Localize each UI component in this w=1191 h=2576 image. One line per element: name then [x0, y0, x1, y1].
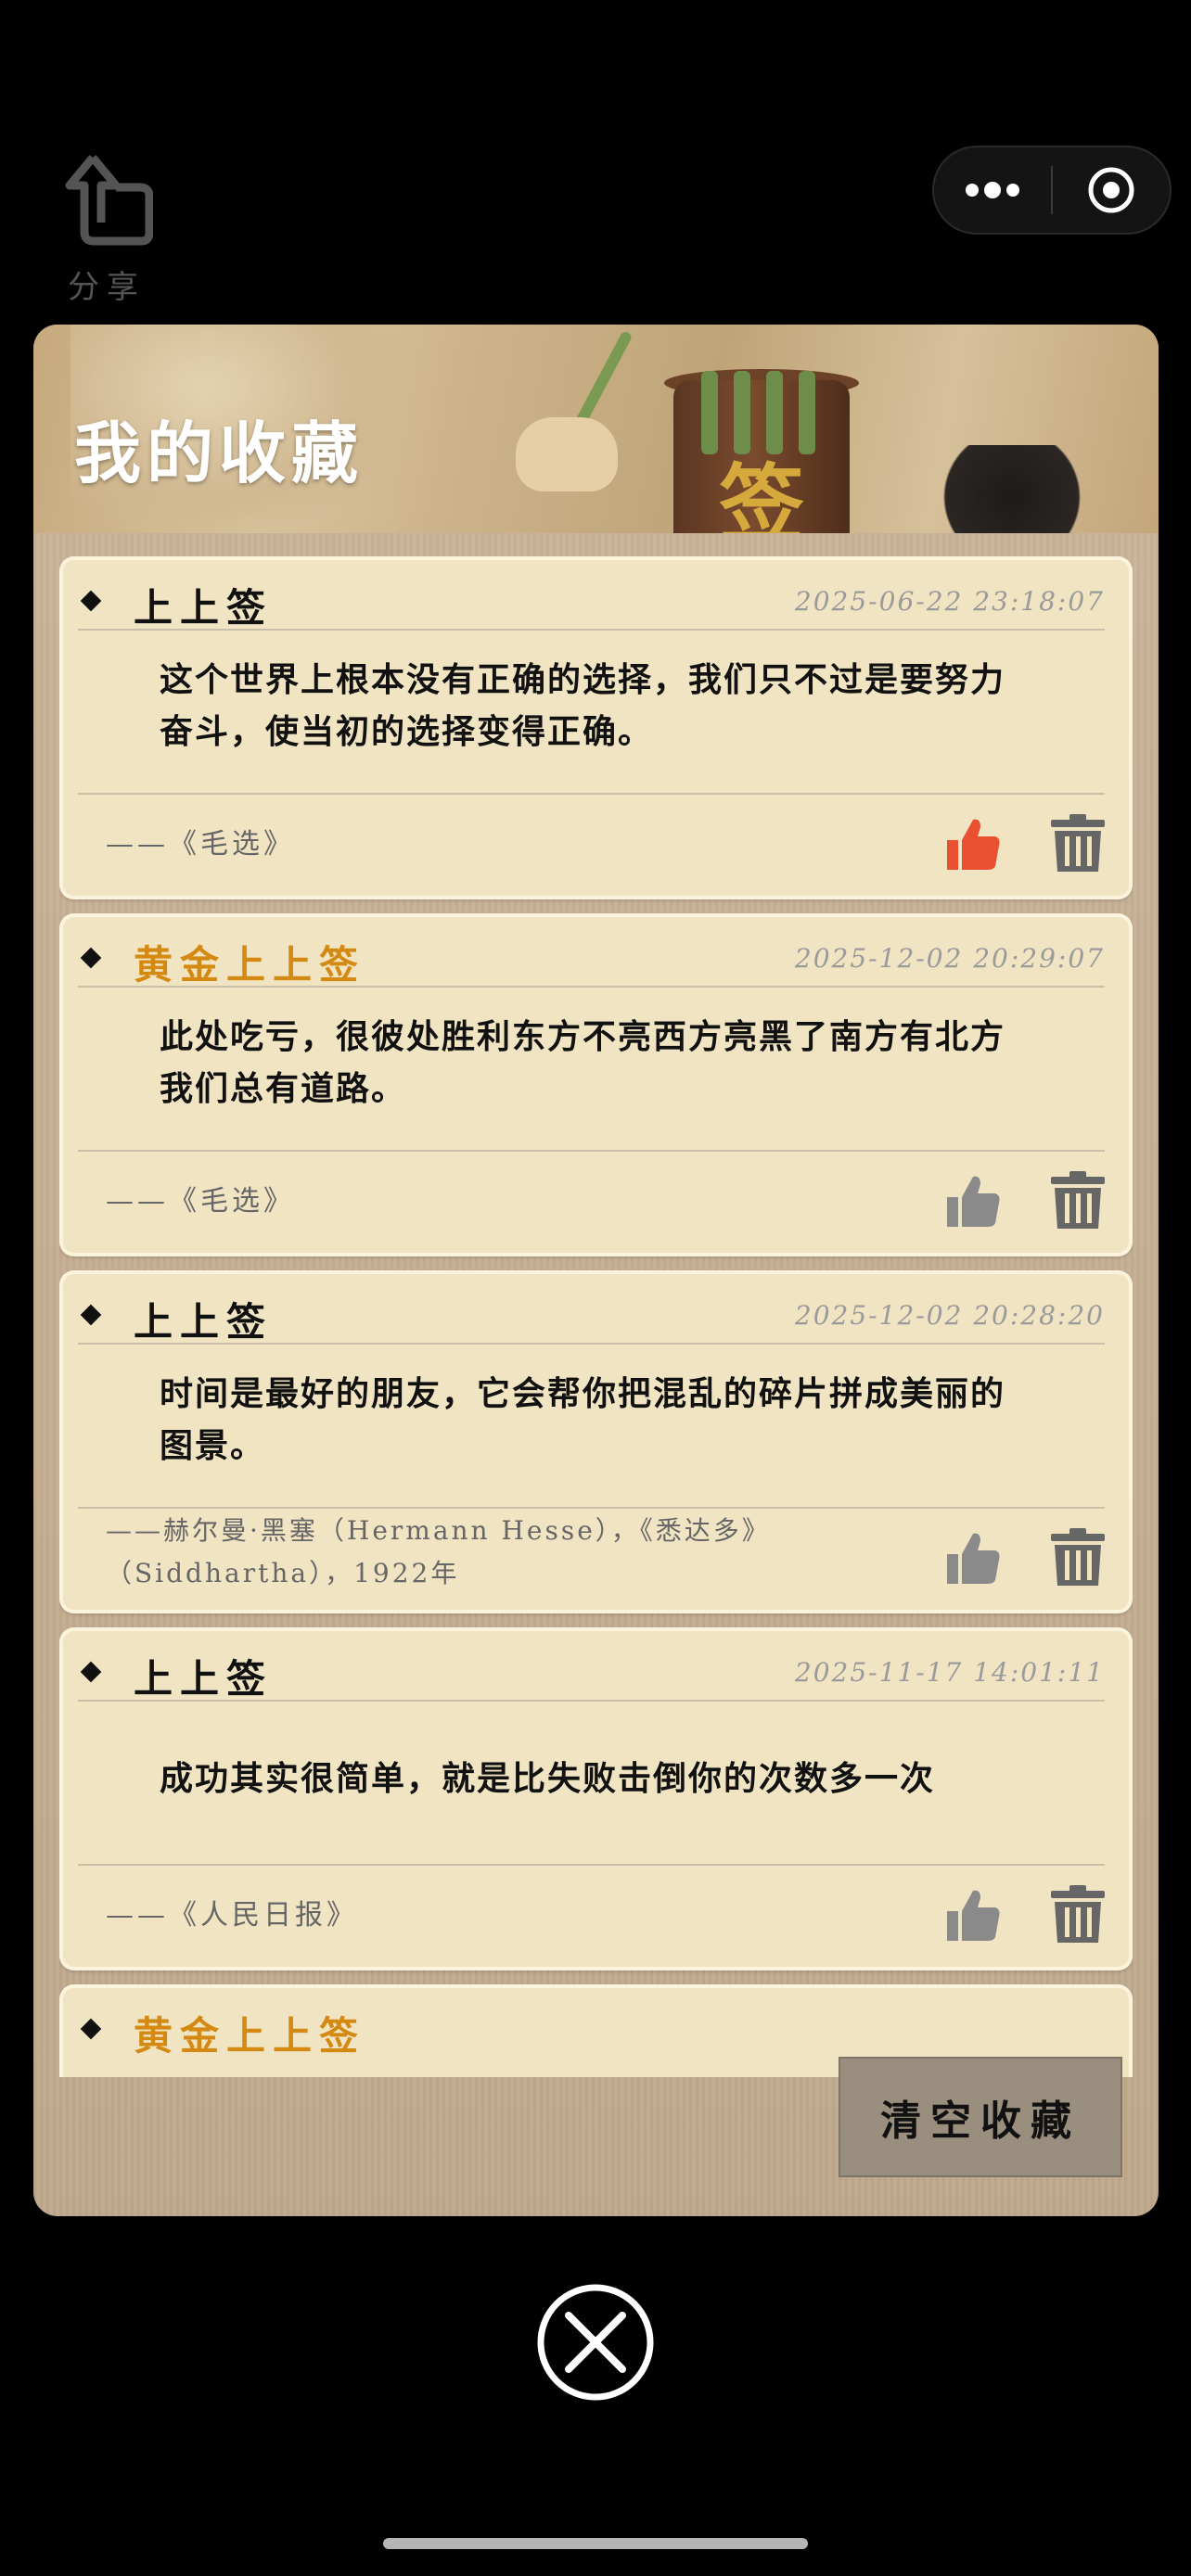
target-icon	[1088, 167, 1134, 213]
favorites-list[interactable]: 上上签 2025-06-22 23:18:07 这个世界上根本没有正确的选择，我…	[59, 556, 1133, 2077]
jar-character: 签	[718, 454, 804, 533]
divider	[78, 1150, 1105, 1152]
thumbs-up-icon[interactable]	[943, 1528, 1003, 1588]
favorites-modal: 签 我的收藏 上上签 2025-06-22 23:18:07 这个世界上根本没有…	[33, 325, 1159, 2216]
fortune-level: 上上签	[134, 1299, 274, 1345]
trash-icon[interactable]	[1049, 1885, 1107, 1945]
thumbs-up-icon[interactable]	[943, 814, 1003, 874]
more-button[interactable]	[934, 147, 1051, 233]
share-icon	[65, 155, 153, 246]
favorite-card: 上上签 2025-11-17 14:01:11 成功其实很简单，就是比失败击倒你…	[59, 1627, 1133, 1970]
miniprogram-capsule	[932, 146, 1172, 235]
fortune-quote: 此处吃亏，很彼处胜利东方不亮西方亮黑了南方有北方我们总有道路。	[160, 1017, 1006, 1108]
more-dots-icon	[966, 182, 1019, 198]
quote-source: ——《人民日报》	[106, 1899, 358, 1932]
divider	[78, 793, 1105, 795]
divider	[78, 986, 1105, 988]
trash-icon[interactable]	[1049, 1528, 1107, 1588]
clear-favorites-button[interactable]: 清空收藏	[839, 2057, 1122, 2177]
saved-date: 2025-12-02 20:28:20	[794, 1300, 1105, 1331]
card-header: 上上签 2025-12-02 20:28:20	[78, 1291, 1105, 1345]
diamond-bullet	[80, 590, 102, 612]
fortune-quote: 这个世界上根本没有正确的选择，我们只不过是要努力奋斗，使当初的选择变得正确。	[160, 660, 1006, 751]
exit-button[interactable]	[1053, 147, 1170, 233]
favorite-card: 上上签 2025-06-22 23:18:07 这个世界上根本没有正确的选择，我…	[59, 556, 1133, 899]
share-button: 分享	[56, 148, 158, 315]
close-circle-icon[interactable]	[535, 2282, 656, 2403]
fortune-quote: 成功其实很简单，就是比失败击倒你的次数多一次	[160, 1759, 936, 1798]
quote-source: ——《毛选》	[106, 1185, 295, 1218]
header-banner: 签 我的收藏	[33, 325, 1159, 533]
thumbs-up-icon[interactable]	[943, 1885, 1003, 1945]
divider	[78, 1343, 1105, 1345]
banner-child-head	[933, 445, 1091, 533]
divider	[78, 1864, 1105, 1866]
fortune-level: 黄金上上签	[134, 2013, 366, 2059]
saved-date: 2025-11-17 14:01:11	[794, 1657, 1105, 1688]
card-header: 黄金上上签 2025-12-02 20:29:07	[78, 934, 1105, 988]
saved-date: 2025-12-02 20:29:07	[794, 943, 1105, 974]
divider	[78, 1700, 1105, 1702]
card-header: 上上签 2025-11-17 14:01:11	[78, 1648, 1105, 1702]
fortune-level: 黄金上上签	[134, 942, 366, 988]
diamond-bullet	[80, 947, 102, 969]
fortune-quote: 时间是最好的朋友，它会帮你把混乱的碎片拼成美丽的图景。	[160, 1374, 1006, 1465]
card-header: 上上签 2025-06-22 23:18:07	[78, 577, 1105, 631]
trash-icon[interactable]	[1049, 814, 1107, 874]
trash-icon[interactable]	[1049, 1171, 1107, 1231]
diamond-bullet	[80, 2018, 102, 2040]
quote-source: ——赫尔曼·黑塞（Hermann Hesse），《悉达多》（Siddhartha…	[106, 1515, 771, 1588]
quote-source: ——《毛选》	[106, 828, 295, 861]
share-label: 分享	[68, 269, 146, 306]
divider	[78, 1507, 1105, 1509]
fortune-level: 上上签	[134, 585, 274, 631]
favorite-card: 上上签 2025-12-02 20:28:20 时间是最好的朋友，它会帮你把混乱…	[59, 1270, 1133, 1613]
modal-title: 我的收藏	[74, 414, 365, 492]
divider	[78, 629, 1105, 631]
favorite-card: 黄金上上签 2025-12-02 20:29:07 此处吃亏，很彼处胜利东方不亮…	[59, 913, 1133, 1256]
thumbs-up-icon[interactable]	[943, 1171, 1003, 1231]
diamond-bullet	[80, 1304, 102, 1326]
saved-date: 2025-06-22 23:18:07	[794, 586, 1105, 617]
home-indicator	[383, 2538, 808, 2549]
banner-hand	[516, 417, 618, 491]
diamond-bullet	[80, 1661, 102, 1683]
card-header: 黄金上上签	[78, 2005, 1105, 2059]
fortune-level: 上上签	[134, 1656, 274, 1702]
